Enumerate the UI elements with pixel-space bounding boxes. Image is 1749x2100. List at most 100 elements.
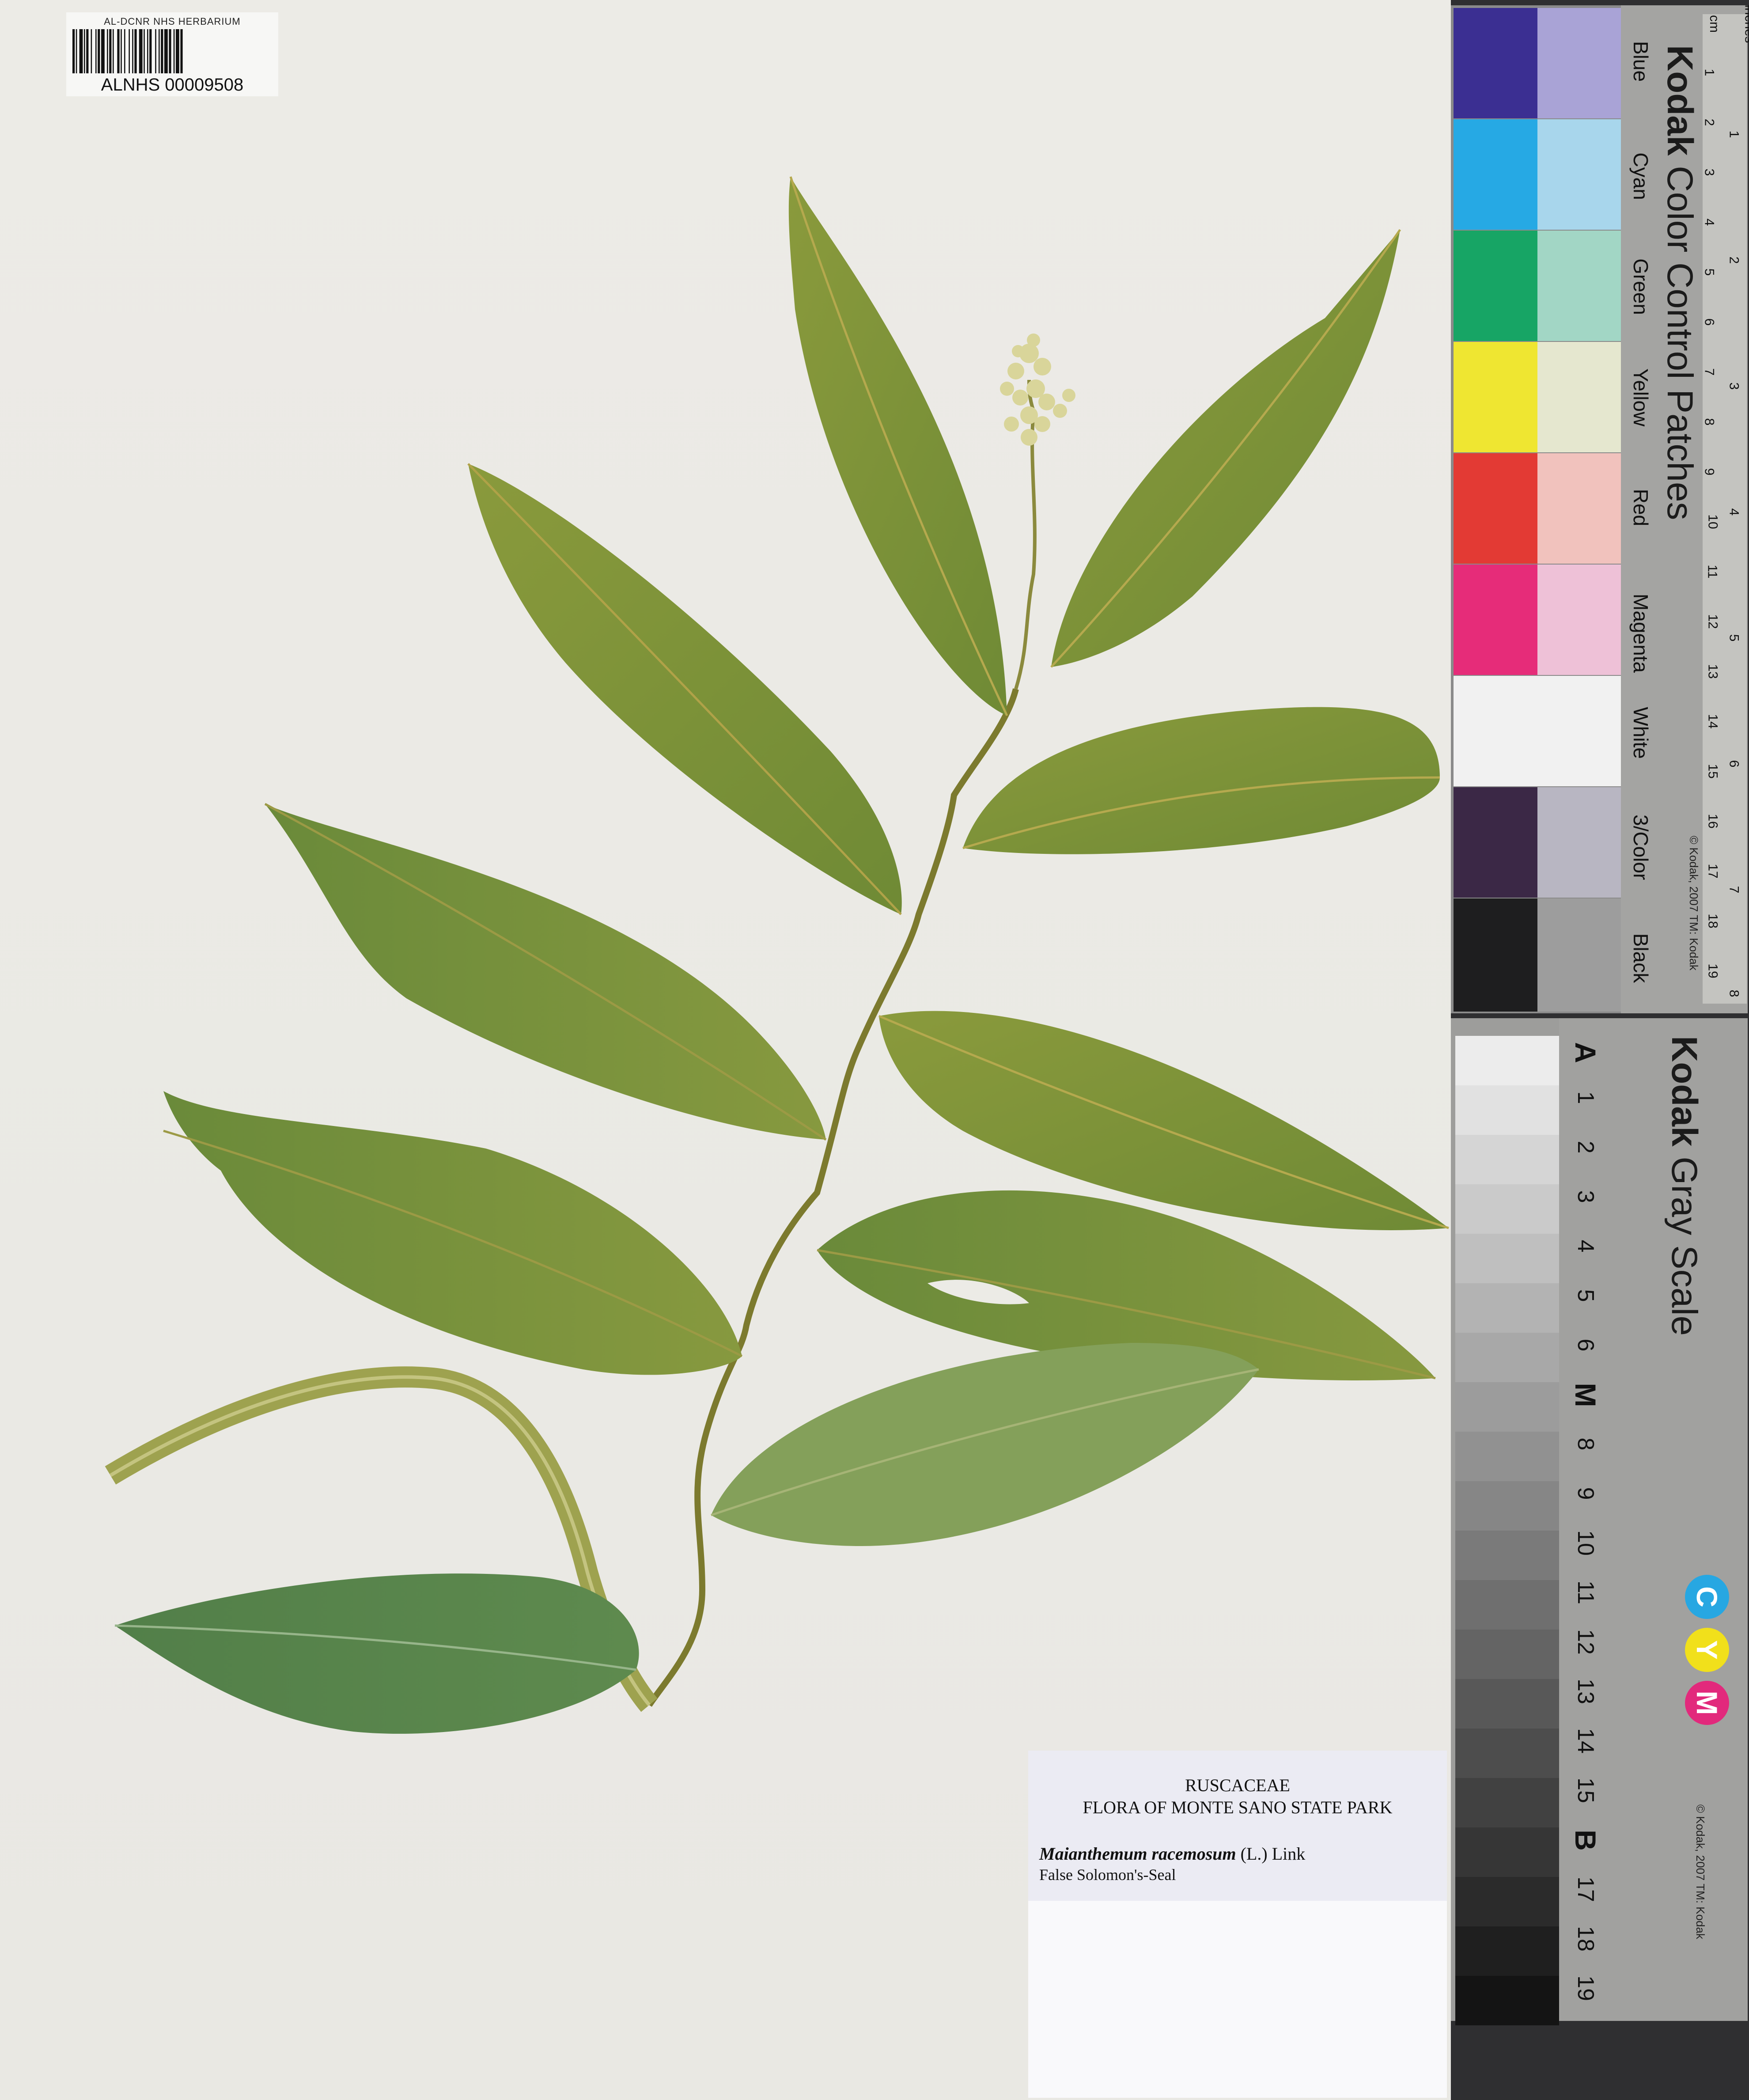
- name-red: Red: [1629, 489, 1652, 527]
- ruler-inch-tick: 8: [1726, 989, 1741, 997]
- gray-step: 19: [1573, 1975, 1598, 2001]
- patch-magenta: [1454, 565, 1537, 675]
- ruler-tick: 19: [1705, 963, 1720, 978]
- gray-patch: [1455, 1382, 1559, 1432]
- kodak-gray-scale: Kodak Gray Scale A 1 2 3 4 5 6 M 8 9 10 …: [1451, 1018, 1748, 2025]
- gray-step: 10: [1573, 1530, 1598, 1556]
- gray-patch: [1455, 1283, 1559, 1333]
- name-green: Green: [1629, 258, 1652, 315]
- ruler-tick: 13: [1705, 664, 1720, 679]
- ruler-tick: 5: [1702, 268, 1717, 276]
- gray-step: 9: [1573, 1487, 1598, 1500]
- ruler-tick: 11: [1705, 565, 1720, 579]
- gray-step: 13: [1573, 1679, 1598, 1704]
- gray-patch: [1455, 1333, 1559, 1382]
- gray-scale-heading: Gray Scale: [1664, 1156, 1704, 1336]
- patch-cyan: [1454, 119, 1537, 230]
- patch-yellow-light: [1537, 342, 1621, 452]
- leaf: [963, 707, 1440, 854]
- patch-red: [1454, 453, 1537, 564]
- ruler-tick: 12: [1705, 614, 1720, 629]
- leaf: [788, 177, 1007, 716]
- patch-3color-light: [1537, 787, 1621, 898]
- gray-patch: [1455, 1432, 1559, 1481]
- ruler-inch-tick: 5: [1726, 634, 1741, 642]
- color-chart-ruler: Kodak Color Control Patches Blue Cyan Gr…: [1621, 4, 1749, 1013]
- gray-patch: [1455, 1926, 1559, 1976]
- gray-scale-title: Kodak Gray Scale: [1663, 1036, 1705, 1336]
- ruler-tick: 16: [1705, 814, 1720, 829]
- ruler-inch-tick: 7: [1726, 886, 1741, 894]
- common-name: False Solomon's-Seal: [1039, 1866, 1176, 1884]
- flower-cluster: [1000, 334, 1075, 446]
- gray-patch: [1455, 1085, 1559, 1135]
- patch-red-light: [1537, 453, 1621, 564]
- gray-step: 3: [1573, 1190, 1598, 1203]
- ruler-inch-tick: 2: [1726, 256, 1741, 264]
- kodak-brand: Kodak: [1660, 45, 1700, 156]
- ruler-tick: 14: [1705, 714, 1720, 729]
- cyan-dot: C: [1685, 1575, 1729, 1619]
- family-name: RUSCACEAE: [1185, 1775, 1290, 1795]
- ruler-tick: 1: [1702, 68, 1717, 76]
- gray-patch: [1455, 1827, 1559, 1877]
- gray-patch: [1455, 1679, 1559, 1729]
- gray-patch: [1455, 1729, 1559, 1778]
- name-white: White: [1629, 707, 1652, 759]
- gray-step: 8: [1573, 1437, 1598, 1451]
- leaf: [711, 1343, 1259, 1546]
- gray-step: 2: [1573, 1141, 1598, 1154]
- ruler-tick: 10: [1705, 514, 1720, 529]
- gray-step: B: [1569, 1830, 1602, 1851]
- patch-magenta-light: [1537, 565, 1621, 675]
- collection-title: FLORA OF MONTE SANO STATE PARK: [1083, 1797, 1393, 1817]
- herbarium-label: RUSCACEAE FLORA OF MONTE SANO STATE PARK…: [1028, 1751, 1447, 2098]
- ruler-tick: 18: [1705, 914, 1720, 929]
- leaf: [1051, 230, 1400, 667]
- ruler-inch-tick: 1: [1726, 130, 1741, 138]
- gray-step: 17: [1573, 1876, 1598, 1902]
- patch-cyan-light: [1537, 119, 1621, 230]
- ruler-inch-tick: 4: [1726, 508, 1741, 516]
- gray-patch: [1455, 1135, 1559, 1184]
- gray-step: 18: [1573, 1926, 1598, 1952]
- gray-patch: [1455, 1877, 1559, 1926]
- gray-scale-copyright: © Kodak, 2007 TM: Kodak: [1694, 1804, 1707, 1939]
- gray-scale-ruler: Kodak Gray Scale A 1 2 3 4 5 6 M 8 9 10 …: [1559, 1018, 1748, 2021]
- patch-green-light: [1537, 231, 1621, 341]
- ruler-tick: 2: [1702, 118, 1717, 126]
- leaf: [115, 1573, 639, 1734]
- leaf: [163, 1091, 742, 1375]
- gray-patch: [1455, 1630, 1559, 1679]
- magenta-dot: M: [1685, 1681, 1729, 1725]
- name-black: Black: [1629, 933, 1652, 983]
- leaf: [265, 804, 826, 1140]
- gray-patch: [1455, 1531, 1559, 1580]
- scientific-name: Maianthemum racemosum: [1039, 1844, 1236, 1864]
- name-cyan: Cyan: [1629, 152, 1652, 200]
- ruler-unit-inches: inches: [1742, 4, 1749, 43]
- flower-stalk: [1014, 379, 1037, 690]
- ruler-tick: 7: [1702, 368, 1717, 376]
- patch-black-light: [1537, 898, 1621, 1012]
- gray-patch: [1455, 1580, 1559, 1630]
- name-magenta: Magenta: [1629, 594, 1652, 673]
- ruler-inch-tick: 3: [1726, 382, 1741, 390]
- patch-blue: [1454, 8, 1537, 118]
- patch-3color: [1454, 787, 1537, 898]
- gray-step: 6: [1573, 1338, 1598, 1352]
- ruler-tick: 9: [1702, 468, 1717, 476]
- color-chart-copyright: © Kodak, 2007 TM: Kodak: [1687, 836, 1700, 970]
- gray-patch: [1455, 1184, 1559, 1234]
- ruler-unit-cm: cm: [1707, 15, 1722, 33]
- kodak-color-chart: Kodak Color Control Patches Blue Cyan Gr…: [1451, 4, 1749, 1013]
- patch-blue-light: [1537, 8, 1621, 118]
- ruler-tick: 4: [1702, 218, 1717, 226]
- gray-step: 4: [1573, 1240, 1598, 1253]
- gray-step: M: [1569, 1383, 1602, 1407]
- gray-patch: [1455, 1976, 1559, 2025]
- gray-patch: [1455, 1036, 1559, 1085]
- patch-white: [1454, 676, 1621, 786]
- patch-black: [1454, 898, 1537, 1012]
- name-authority: (L.) Link: [1240, 1844, 1306, 1864]
